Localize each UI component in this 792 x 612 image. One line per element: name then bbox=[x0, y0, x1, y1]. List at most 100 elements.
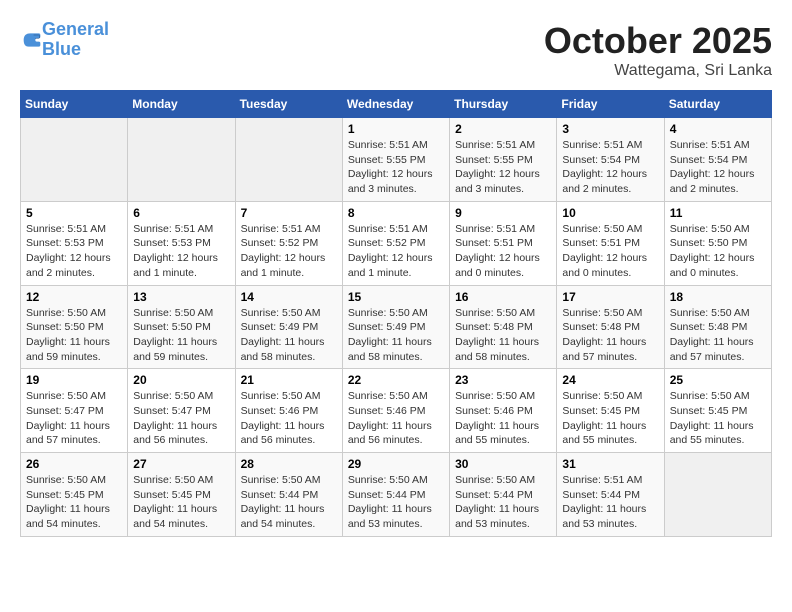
day-number: 6 bbox=[133, 206, 229, 220]
day-info: Sunrise: 5:50 AM Sunset: 5:45 PM Dayligh… bbox=[562, 389, 658, 448]
calendar-cell bbox=[235, 118, 342, 202]
day-number: 27 bbox=[133, 457, 229, 471]
day-info: Sunrise: 5:51 AM Sunset: 5:51 PM Dayligh… bbox=[455, 222, 551, 281]
day-number: 24 bbox=[562, 373, 658, 387]
calendar-cell: 17 Sunrise: 5:50 AM Sunset: 5:48 PM Dayli… bbox=[557, 285, 664, 369]
day-number: 14 bbox=[241, 290, 337, 304]
calendar-cell: 30 Sunrise: 5:50 AM Sunset: 5:44 PM Dayli… bbox=[450, 453, 557, 537]
calendar-cell: 11Sunrise: 5:50 AM Sunset: 5:50 PM Dayli… bbox=[664, 201, 771, 285]
day-info: Sunrise: 5:51 AM Sunset: 5:55 PM Dayligh… bbox=[348, 138, 444, 197]
header-monday: Monday bbox=[128, 91, 235, 118]
logo-icon bbox=[22, 30, 42, 50]
day-number: 20 bbox=[133, 373, 229, 387]
calendar-cell bbox=[128, 118, 235, 202]
calendar-week-2: 5 Sunrise: 5:51 AM Sunset: 5:53 PM Daylig… bbox=[21, 201, 772, 285]
day-number: 29 bbox=[348, 457, 444, 471]
calendar-cell: 1 Sunrise: 5:51 AM Sunset: 5:55 PM Daylig… bbox=[342, 118, 449, 202]
day-info: Sunrise: 5:50 AM Sunset: 5:51 PM Dayligh… bbox=[562, 222, 658, 281]
day-info: Sunrise: 5:50 AM Sunset: 5:46 PM Dayligh… bbox=[455, 389, 551, 448]
header-friday: Friday bbox=[557, 91, 664, 118]
calendar-cell: 8Sunrise: 5:51 AM Sunset: 5:52 PM Daylig… bbox=[342, 201, 449, 285]
header-tuesday: Tuesday bbox=[235, 91, 342, 118]
calendar-cell: 26Sunrise: 5:50 AM Sunset: 5:45 PM Dayli… bbox=[21, 453, 128, 537]
day-info: Sunrise: 5:50 AM Sunset: 5:44 PM Dayligh… bbox=[455, 473, 551, 532]
calendar-cell: 24 Sunrise: 5:50 AM Sunset: 5:45 PM Dayli… bbox=[557, 369, 664, 453]
calendar-cell: 14 Sunrise: 5:50 AM Sunset: 5:49 PM Dayli… bbox=[235, 285, 342, 369]
day-number: 1 bbox=[348, 122, 444, 136]
day-info: Sunrise: 5:51 AM Sunset: 5:54 PM Dayligh… bbox=[562, 138, 658, 197]
day-info: Sunrise: 5:51 AM Sunset: 5:44 PM Dayligh… bbox=[562, 473, 658, 532]
calendar-cell: 4 Sunrise: 5:51 AM Sunset: 5:54 PM Daylig… bbox=[664, 118, 771, 202]
day-info: Sunrise: 5:51 AM Sunset: 5:53 PM Dayligh… bbox=[26, 222, 122, 281]
calendar-cell: 21Sunrise: 5:50 AM Sunset: 5:46 PM Dayli… bbox=[235, 369, 342, 453]
day-number: 28 bbox=[241, 457, 337, 471]
day-number: 19 bbox=[26, 373, 122, 387]
day-number: 12 bbox=[26, 290, 122, 304]
day-number: 21 bbox=[241, 373, 337, 387]
day-info: Sunrise: 5:50 AM Sunset: 5:48 PM Dayligh… bbox=[455, 306, 551, 365]
day-info: Sunrise: 5:50 AM Sunset: 5:49 PM Dayligh… bbox=[241, 306, 337, 365]
header-sunday: Sunday bbox=[21, 91, 128, 118]
day-number: 4 bbox=[670, 122, 766, 136]
day-info: Sunrise: 5:50 AM Sunset: 5:50 PM Dayligh… bbox=[26, 306, 122, 365]
header-wednesday: Wednesday bbox=[342, 91, 449, 118]
calendar-cell: 20Sunrise: 5:50 AM Sunset: 5:47 PM Dayli… bbox=[128, 369, 235, 453]
calendar-cell: 9 Sunrise: 5:51 AM Sunset: 5:51 PM Daylig… bbox=[450, 201, 557, 285]
calendar-cell: 5 Sunrise: 5:51 AM Sunset: 5:53 PM Daylig… bbox=[21, 201, 128, 285]
calendar-cell: 23 Sunrise: 5:50 AM Sunset: 5:46 PM Dayli… bbox=[450, 369, 557, 453]
day-number: 16 bbox=[455, 290, 551, 304]
day-info: Sunrise: 5:51 AM Sunset: 5:53 PM Dayligh… bbox=[133, 222, 229, 281]
day-number: 17 bbox=[562, 290, 658, 304]
calendar-week-3: 12 Sunrise: 5:50 AM Sunset: 5:50 PM Dayli… bbox=[21, 285, 772, 369]
calendar-table: SundayMondayTuesdayWednesdayThursdayFrid… bbox=[20, 90, 772, 537]
calendar-cell: 2Sunrise: 5:51 AM Sunset: 5:55 PM Daylig… bbox=[450, 118, 557, 202]
header-saturday: Saturday bbox=[664, 91, 771, 118]
day-info: Sunrise: 5:50 AM Sunset: 5:47 PM Dayligh… bbox=[26, 389, 122, 448]
calendar-cell: 6 Sunrise: 5:51 AM Sunset: 5:53 PM Daylig… bbox=[128, 201, 235, 285]
day-info: Sunrise: 5:50 AM Sunset: 5:45 PM Dayligh… bbox=[670, 389, 766, 448]
calendar-cell: 29Sunrise: 5:50 AM Sunset: 5:44 PM Dayli… bbox=[342, 453, 449, 537]
day-number: 26 bbox=[26, 457, 122, 471]
title-block: October 2025 Wattegama, Sri Lanka bbox=[544, 20, 772, 80]
day-number: 3 bbox=[562, 122, 658, 136]
header-thursday: Thursday bbox=[450, 91, 557, 118]
day-info: Sunrise: 5:50 AM Sunset: 5:49 PM Dayligh… bbox=[348, 306, 444, 365]
day-number: 5 bbox=[26, 206, 122, 220]
day-info: Sunrise: 5:50 AM Sunset: 5:50 PM Dayligh… bbox=[133, 306, 229, 365]
calendar-cell: 19 Sunrise: 5:50 AM Sunset: 5:47 PM Dayli… bbox=[21, 369, 128, 453]
day-number: 13 bbox=[133, 290, 229, 304]
calendar-cell: 3 Sunrise: 5:51 AM Sunset: 5:54 PM Daylig… bbox=[557, 118, 664, 202]
calendar-cell: 27 Sunrise: 5:50 AM Sunset: 5:45 PM Dayli… bbox=[128, 453, 235, 537]
day-info: Sunrise: 5:50 AM Sunset: 5:48 PM Dayligh… bbox=[562, 306, 658, 365]
day-number: 23 bbox=[455, 373, 551, 387]
subtitle: Wattegama, Sri Lanka bbox=[544, 62, 772, 80]
day-number: 10 bbox=[562, 206, 658, 220]
day-number: 15 bbox=[348, 290, 444, 304]
main-title: October 2025 bbox=[544, 20, 772, 62]
day-info: Sunrise: 5:51 AM Sunset: 5:52 PM Dayligh… bbox=[241, 222, 337, 281]
page-header: General Blue October 2025 Wattegama, Sri… bbox=[20, 20, 772, 80]
day-number: 18 bbox=[670, 290, 766, 304]
day-number: 25 bbox=[670, 373, 766, 387]
calendar-week-4: 19 Sunrise: 5:50 AM Sunset: 5:47 PM Dayli… bbox=[21, 369, 772, 453]
day-info: Sunrise: 5:50 AM Sunset: 5:45 PM Dayligh… bbox=[133, 473, 229, 532]
day-info: Sunrise: 5:51 AM Sunset: 5:54 PM Dayligh… bbox=[670, 138, 766, 197]
logo-text: General Blue bbox=[42, 20, 109, 60]
day-number: 31 bbox=[562, 457, 658, 471]
calendar-week-5: 26 Sunrise: 5:50 AM Sunset: 5:45 PM Dayli… bbox=[21, 453, 772, 537]
calendar-cell: 7Sunrise: 5:51 AM Sunset: 5:52 PM Daylig… bbox=[235, 201, 342, 285]
day-info: Sunrise: 5:50 AM Sunset: 5:50 PM Dayligh… bbox=[670, 222, 766, 281]
calendar-cell: 15 Sunrise: 5:50 AM Sunset: 5:49 PM Dayli… bbox=[342, 285, 449, 369]
day-info: Sunrise: 5:50 AM Sunset: 5:46 PM Dayligh… bbox=[348, 389, 444, 448]
day-info: Sunrise: 5:51 AM Sunset: 5:55 PM Dayligh… bbox=[455, 138, 551, 197]
calendar-header-row: SundayMondayTuesdayWednesdayThursdayFrid… bbox=[21, 91, 772, 118]
calendar-cell: 12 Sunrise: 5:50 AM Sunset: 5:50 PM Dayli… bbox=[21, 285, 128, 369]
day-number: 22 bbox=[348, 373, 444, 387]
calendar-cell: 25 Sunrise: 5:50 AM Sunset: 5:45 PM Dayli… bbox=[664, 369, 771, 453]
calendar-cell: 10 Sunrise: 5:50 AM Sunset: 5:51 PM Dayli… bbox=[557, 201, 664, 285]
day-info: Sunrise: 5:50 AM Sunset: 5:44 PM Dayligh… bbox=[241, 473, 337, 532]
calendar-cell: 22 Sunrise: 5:50 AM Sunset: 5:46 PM Dayli… bbox=[342, 369, 449, 453]
calendar-cell bbox=[664, 453, 771, 537]
day-number: 30 bbox=[455, 457, 551, 471]
day-number: 9 bbox=[455, 206, 551, 220]
